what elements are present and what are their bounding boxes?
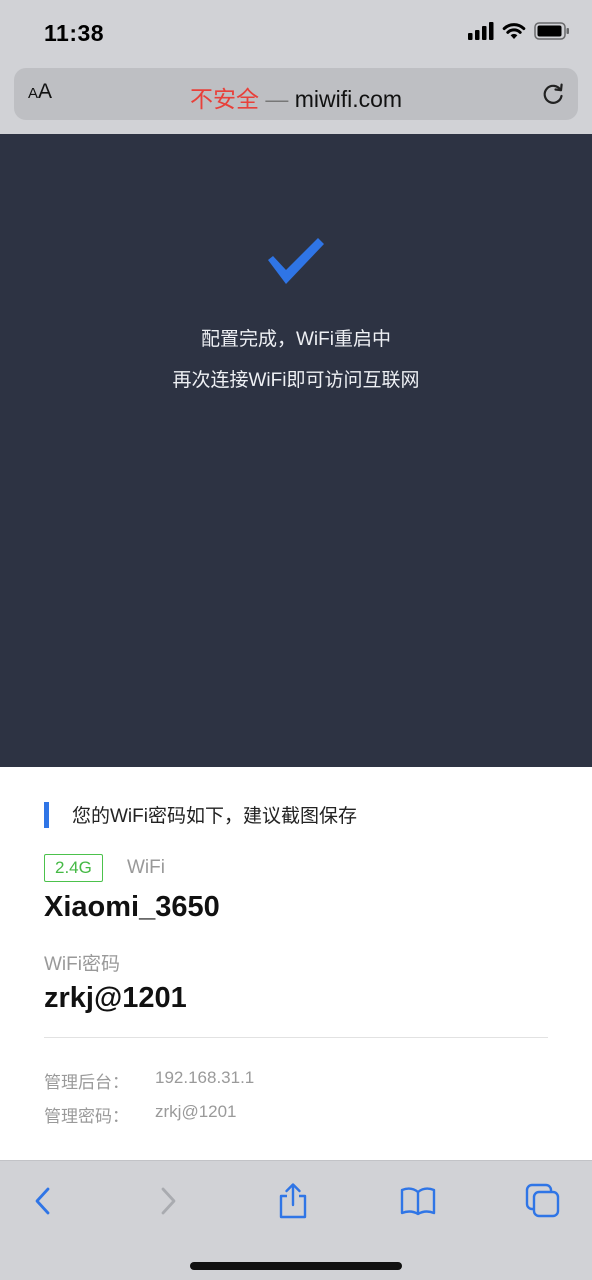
url-domain: miwifi.com xyxy=(294,86,403,112)
status-icons xyxy=(468,22,570,45)
address-bar[interactable]: AA 不安全 — miwifi.com xyxy=(14,68,578,120)
reload-button[interactable] xyxy=(538,79,568,109)
admin-password-label: 管理密码： xyxy=(44,1107,129,1126)
cellular-signal-icon xyxy=(468,22,494,45)
url-separator: — xyxy=(265,86,289,112)
checkmark-icon xyxy=(268,238,324,284)
divider xyxy=(44,1037,548,1038)
wifi-password-value: zrkj@1201 xyxy=(44,982,187,1014)
wifi-icon xyxy=(502,22,526,45)
admin-url-label: 管理后台： xyxy=(44,1073,129,1092)
back-button[interactable] xyxy=(21,1179,65,1223)
success-hero: 配置完成，WiFi重启中 再次连接WiFi即可访问互联网 xyxy=(0,134,592,767)
admin-password-value: zrkj@1201 xyxy=(155,1102,237,1121)
wifi-label: WiFi xyxy=(127,857,165,878)
home-indicator[interactable] xyxy=(190,1262,402,1270)
top-chrome: 11:38 AA 不安全 — miwifi.com xyxy=(0,0,592,134)
share-icon xyxy=(279,1183,307,1219)
status-time: 11:38 xyxy=(44,20,105,46)
wifi-password-label: WiFi密码 xyxy=(44,954,120,975)
share-button[interactable] xyxy=(271,1179,315,1223)
section-accent-bar xyxy=(44,801,49,828)
wifi-info-panel: 您的WiFi密码如下，建议截图保存 2.4G WiFi Xiaomi_3650 … xyxy=(0,767,592,1160)
section-heading: 您的WiFi密码如下，建议截图保存 xyxy=(44,801,357,828)
forward-button[interactable] xyxy=(146,1179,190,1223)
tabs-icon xyxy=(525,1183,560,1218)
admin-url-value: 192.168.31.1 xyxy=(155,1068,255,1087)
tabs-button[interactable] xyxy=(521,1179,565,1223)
reload-icon xyxy=(543,83,563,104)
forward-icon xyxy=(161,1187,176,1215)
bookmarks-button[interactable] xyxy=(396,1179,440,1223)
wifi-ssid: Xiaomi_3650 xyxy=(44,891,220,923)
band-badge: 2.4G xyxy=(44,854,103,882)
success-message: 配置完成，WiFi重启中 xyxy=(201,329,391,350)
url-display[interactable]: 不安全 — miwifi.com xyxy=(14,80,578,114)
back-icon xyxy=(35,1187,50,1215)
reconnect-message: 再次连接WiFi即可访问互联网 xyxy=(172,370,420,391)
bookmarks-icon xyxy=(400,1187,436,1216)
insecure-label: 不安全 xyxy=(189,86,259,112)
section-title: 您的WiFi密码如下，建议截图保存 xyxy=(72,806,357,827)
battery-icon xyxy=(534,22,570,45)
